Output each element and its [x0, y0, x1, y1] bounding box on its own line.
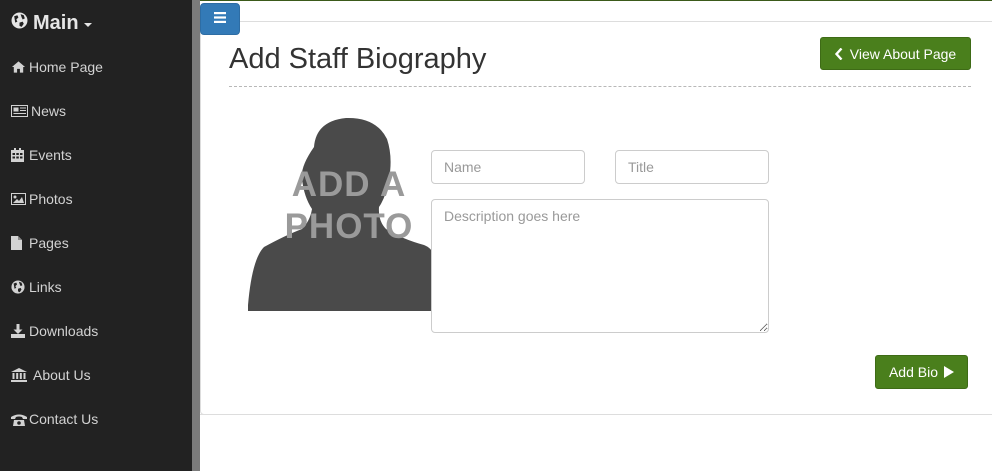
sidebar-item-downloads[interactable]: Downloads	[11, 321, 98, 341]
add-bio-label: Add Bio	[888, 364, 939, 380]
sidebar-item-label: Contact Us	[29, 411, 99, 427]
sidebar-item-label: Events	[29, 147, 72, 163]
newspaper-icon	[11, 103, 29, 119]
bank-icon	[11, 367, 31, 383]
download-icon	[11, 323, 27, 339]
title-input[interactable]	[615, 150, 769, 184]
file-icon	[11, 235, 27, 251]
top-border	[200, 0, 992, 1]
sidebar-item-label: About Us	[33, 367, 91, 383]
sidebar-item-label: Photos	[29, 191, 73, 207]
chevron-left-icon	[834, 47, 843, 60]
name-input[interactable]	[431, 150, 585, 184]
sidebar-item-contact-us[interactable]: Contact Us	[11, 409, 98, 429]
page-title: Add Staff Biography	[229, 43, 487, 75]
chevron-down-icon	[83, 22, 92, 27]
home-icon	[11, 59, 27, 75]
sidebar-item-label: Downloads	[29, 323, 99, 339]
sidebar-scrollbar[interactable]	[192, 0, 200, 471]
picture-icon	[11, 191, 27, 207]
globe-icon	[11, 12, 33, 35]
sidebar-item-home-page[interactable]: Home Page	[11, 57, 103, 77]
bars-icon	[214, 10, 226, 28]
panel-bottom-border	[200, 414, 992, 415]
brand-menu[interactable]: Main	[11, 10, 92, 36]
brand-label: Main	[33, 11, 79, 34]
view-about-page-label: View About Page	[849, 45, 957, 62]
view-about-page-button[interactable]: View About Page	[820, 37, 971, 70]
sidebar-toggle-button[interactable]	[200, 3, 240, 35]
title-divider	[229, 86, 971, 87]
sidebar-item-events[interactable]: Events	[11, 145, 72, 165]
sidebar-item-links[interactable]: Links	[11, 277, 62, 297]
sidebar-item-label: Links	[29, 279, 62, 295]
add-photo-label[interactable]: ADD A PHOTO	[248, 164, 450, 248]
sidebar-item-pages[interactable]: Pages	[11, 233, 69, 253]
description-textarea[interactable]	[431, 199, 769, 333]
sidebar-item-label: Home Page	[29, 59, 103, 75]
add-bio-button[interactable]: Add Bio	[875, 355, 968, 389]
sidebar-item-label: Pages	[29, 235, 69, 251]
calendar-icon	[11, 147, 27, 163]
globe-icon	[11, 279, 27, 295]
sidebar-item-news[interactable]: News	[11, 101, 66, 121]
sidebar-item-about-us[interactable]: About Us	[11, 365, 91, 385]
sidebar-item-photos[interactable]: Photos	[11, 189, 73, 209]
sidebar-item-label: News	[31, 103, 67, 119]
play-icon	[944, 366, 955, 378]
phone-icon	[11, 411, 27, 427]
